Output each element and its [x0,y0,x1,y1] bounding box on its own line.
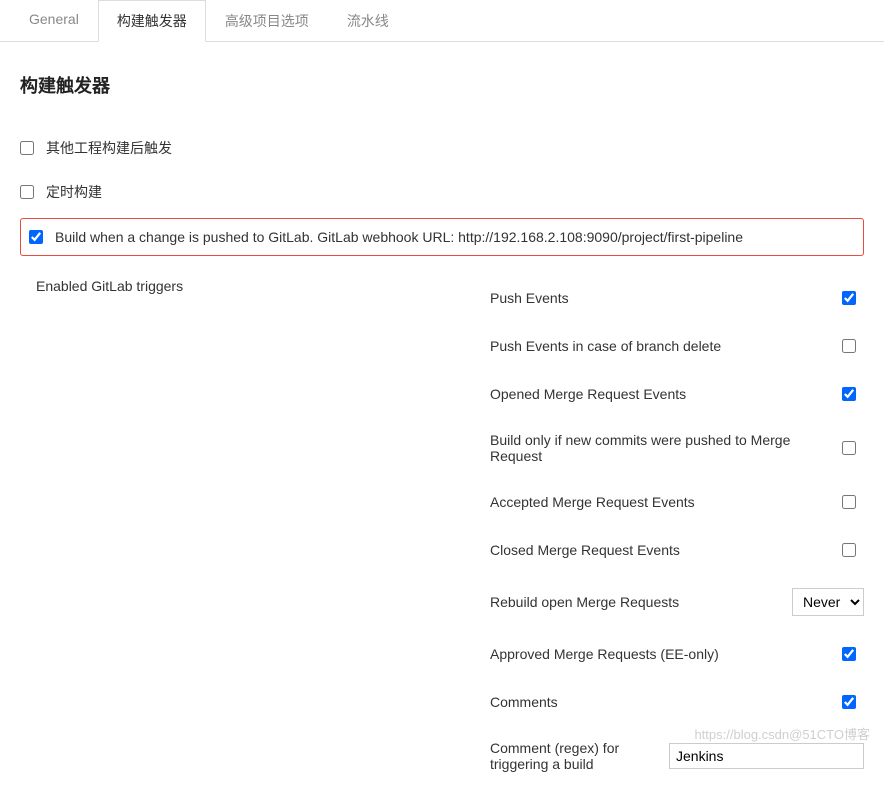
trigger-accepted-mr-label: Accepted Merge Request Events [490,494,842,510]
trigger-build-only-new-label: Build only if new commits were pushed to… [490,432,842,464]
trigger-options-list: Push Events Push Events in case of branc… [490,274,864,786]
checkbox-scheduled-label[interactable]: 定时构建 [46,182,102,202]
tabs-nav: General 构建触发器 高级项目选项 流水线 [0,0,884,42]
checkbox-other-project-input[interactable] [20,141,34,155]
trigger-closed-mr-label: Closed Merge Request Events [490,542,842,558]
trigger-comments-label: Comments [490,694,842,710]
tab-advanced-options[interactable]: 高级项目选项 [206,0,328,42]
section-title: 构建触发器 [20,72,864,98]
trigger-rebuild-open-mr-select[interactable]: Never [792,588,864,616]
trigger-comments: Comments [490,678,864,726]
checkbox-gitlab-push-row: Build when a change is pushed to GitLab.… [20,218,864,256]
trigger-build-only-new-checkbox[interactable] [842,441,856,455]
trigger-comments-checkbox[interactable] [842,695,856,709]
trigger-opened-mr-checkbox[interactable] [842,387,856,401]
trigger-push-events-checkbox[interactable] [842,291,856,305]
trigger-opened-mr: Opened Merge Request Events [490,370,864,418]
tab-build-triggers[interactable]: 构建触发器 [98,0,206,42]
trigger-push-events-delete-label: Push Events in case of branch delete [490,338,842,354]
trigger-approved-mr-checkbox[interactable] [842,647,856,661]
checkbox-gitlab-push-input[interactable] [29,230,43,244]
trigger-accepted-mr: Accepted Merge Request Events [490,478,864,526]
trigger-accepted-mr-checkbox[interactable] [842,495,856,509]
checkbox-scheduled-input[interactable] [20,185,34,199]
checkbox-other-project-label[interactable]: 其他工程构建后触发 [46,138,172,158]
trigger-push-events-delete-checkbox[interactable] [842,339,856,353]
trigger-section: Enabled GitLab triggers Push Events Push… [20,274,864,786]
trigger-closed-mr-checkbox[interactable] [842,543,856,557]
checkbox-scheduled: 定时构建 [20,174,864,210]
content-area: 构建触发器 其他工程构建后触发 定时构建 Build when a change… [0,42,884,806]
trigger-section-label: Enabled GitLab triggers [20,274,490,786]
trigger-rebuild-open-mr-label: Rebuild open Merge Requests [490,594,792,610]
trigger-approved-mr: Approved Merge Requests (EE-only) [490,630,864,678]
checkbox-gitlab-push-label[interactable]: Build when a change is pushed to GitLab.… [55,229,743,245]
trigger-rebuild-open-mr: Rebuild open Merge Requests Never [490,574,864,630]
tab-general[interactable]: General [10,0,98,42]
trigger-opened-mr-label: Opened Merge Request Events [490,386,842,402]
trigger-approved-mr-label: Approved Merge Requests (EE-only) [490,646,842,662]
trigger-build-only-new: Build only if new commits were pushed to… [490,418,864,478]
tab-pipeline[interactable]: 流水线 [328,0,408,42]
trigger-push-events-delete: Push Events in case of branch delete [490,322,864,370]
trigger-comment-regex-input[interactable] [669,743,864,769]
trigger-push-events: Push Events [490,274,864,322]
trigger-comment-regex: Comment (regex) for triggering a build [490,726,864,786]
trigger-closed-mr: Closed Merge Request Events [490,526,864,574]
trigger-comment-regex-label: Comment (regex) for triggering a build [490,740,669,772]
checkbox-other-project: 其他工程构建后触发 [20,130,864,166]
trigger-push-events-label: Push Events [490,290,842,306]
